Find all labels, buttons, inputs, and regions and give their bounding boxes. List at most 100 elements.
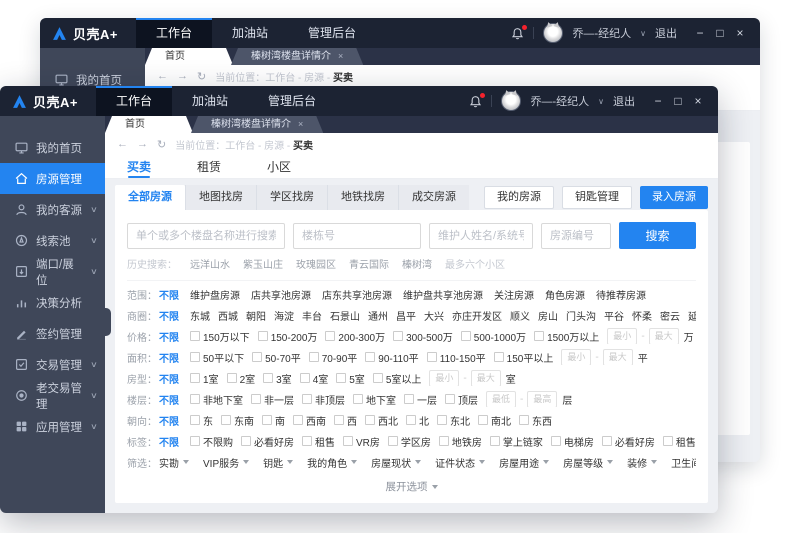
filter-option[interactable]: 平谷 bbox=[604, 308, 624, 323]
checkbox-icon[interactable] bbox=[293, 415, 303, 425]
filter-any-option[interactable]: 不限 bbox=[159, 392, 179, 407]
filter-dropdown[interactable]: 装修 bbox=[627, 455, 657, 470]
max-price-input[interactable]: 最大 bbox=[649, 328, 679, 344]
filter-checkbox-option[interactable]: 必看好房 bbox=[602, 434, 655, 449]
sidebar-item-listings[interactable]: 房源管理 bbox=[0, 163, 105, 194]
minimize-button[interactable]: − bbox=[690, 18, 710, 48]
filter-option[interactable]: 延庆 bbox=[688, 308, 696, 323]
checkbox-icon[interactable] bbox=[478, 415, 488, 425]
close-button[interactable]: × bbox=[688, 86, 708, 116]
checkbox-icon[interactable] bbox=[262, 415, 272, 425]
checkbox-icon[interactable] bbox=[309, 352, 319, 362]
filter-option[interactable]: 店东共享池房源 bbox=[322, 287, 392, 302]
sidebar-item-ports[interactable]: 端口/展位 ∨ bbox=[0, 256, 105, 287]
sidebar-item-analytics[interactable]: 决策分析 bbox=[0, 287, 105, 318]
history-item[interactable]: 青云国际 bbox=[349, 256, 389, 271]
nav-gas-station[interactable]: 加油站 bbox=[212, 18, 288, 48]
my-listings-button[interactable]: 我的房源 bbox=[484, 186, 554, 209]
filter-checkbox-option[interactable]: 110-150平 bbox=[427, 350, 486, 365]
filter-checkbox-option[interactable]: 2室 bbox=[227, 371, 256, 386]
filter-option[interactable]: 待推荐房源 bbox=[596, 287, 646, 302]
forward-icon[interactable]: → bbox=[137, 138, 148, 150]
checkbox-icon[interactable] bbox=[251, 394, 261, 404]
filter-checkbox-option[interactable]: 5室 bbox=[336, 371, 365, 386]
listing-no-input[interactable] bbox=[541, 223, 611, 249]
filter-checkbox-option[interactable]: 200-300万 bbox=[325, 329, 385, 344]
checkbox-icon[interactable] bbox=[336, 373, 346, 383]
nav-admin[interactable]: 管理后台 bbox=[248, 86, 336, 116]
filter-option[interactable]: 门头沟 bbox=[566, 308, 596, 323]
filter-option[interactable]: 维护盘房源 bbox=[190, 287, 240, 302]
checkbox-icon[interactable] bbox=[263, 373, 273, 383]
checkbox-icon[interactable] bbox=[302, 436, 312, 446]
checkbox-icon[interactable] bbox=[221, 415, 231, 425]
subtab[interactable]: 地图找房 bbox=[185, 185, 256, 210]
checkbox-icon[interactable] bbox=[388, 436, 398, 446]
filter-checkbox-option[interactable]: 一层 bbox=[404, 392, 437, 407]
filter-checkbox-option[interactable]: 西南 bbox=[293, 413, 326, 428]
logout-button[interactable]: 退出 bbox=[655, 25, 677, 41]
nav-workbench[interactable]: 工作台 bbox=[136, 18, 212, 48]
checkbox-icon[interactable] bbox=[437, 415, 447, 425]
filter-checkbox-option[interactable]: 东北 bbox=[437, 413, 470, 428]
min-price-input[interactable]: 最小 bbox=[607, 328, 637, 344]
filter-option[interactable]: 西城 bbox=[218, 308, 238, 323]
max-floor-input[interactable]: 最高 bbox=[527, 391, 557, 407]
filter-option[interactable]: 昌平 bbox=[396, 308, 416, 323]
checkbox-icon[interactable] bbox=[190, 436, 200, 446]
filter-checkbox-option[interactable]: 不限购 bbox=[190, 434, 233, 449]
filter-dropdown[interactable]: VIP服务 bbox=[203, 455, 249, 470]
min-rooms-input[interactable]: 最小 bbox=[429, 370, 459, 386]
checkbox-icon[interactable] bbox=[258, 331, 268, 341]
filter-checkbox-option[interactable]: 1室 bbox=[190, 371, 219, 386]
history-item[interactable]: 紫玉山庄 bbox=[243, 256, 283, 271]
checkbox-icon[interactable] bbox=[490, 436, 500, 446]
logout-button[interactable]: 退出 bbox=[613, 93, 635, 109]
sidebar-item-contracts[interactable]: 签约管理 bbox=[0, 318, 105, 349]
checkbox-icon[interactable] bbox=[252, 352, 262, 362]
filter-option[interactable]: 海淀 bbox=[274, 308, 294, 323]
add-listing-button[interactable]: 录入房源 bbox=[640, 186, 708, 209]
community-search-input[interactable] bbox=[127, 223, 285, 249]
checkbox-icon[interactable] bbox=[534, 331, 544, 341]
filter-checkbox-option[interactable]: 1500万以上 bbox=[534, 329, 599, 344]
filter-checkbox-option[interactable]: 500-1000万 bbox=[461, 329, 526, 344]
sidebar-collapse-handle[interactable] bbox=[105, 308, 111, 336]
checkbox-icon[interactable] bbox=[190, 415, 200, 425]
key-manage-button[interactable]: 钥匙管理 bbox=[562, 186, 632, 209]
user-avatar[interactable] bbox=[501, 91, 521, 111]
nav-admin[interactable]: 管理后台 bbox=[288, 18, 376, 48]
filter-option[interactable]: 东城 bbox=[190, 308, 210, 323]
checkbox-icon[interactable] bbox=[227, 373, 237, 383]
checkbox-icon[interactable] bbox=[365, 415, 375, 425]
filter-option[interactable]: 房山 bbox=[538, 308, 558, 323]
max-rooms-input[interactable]: 最大 bbox=[471, 370, 501, 386]
refresh-icon[interactable]: ↻ bbox=[157, 138, 166, 151]
filter-checkbox-option[interactable]: 4室 bbox=[300, 371, 329, 386]
checkbox-icon[interactable] bbox=[325, 331, 335, 341]
maintainer-input[interactable] bbox=[429, 223, 533, 249]
filter-checkbox-option[interactable]: 300-500万 bbox=[393, 329, 453, 344]
filter-checkbox-option[interactable]: 150平以上 bbox=[494, 350, 554, 365]
checkbox-icon[interactable] bbox=[190, 373, 200, 383]
filter-checkbox-option[interactable]: 5室以上 bbox=[373, 371, 422, 386]
checkbox-icon[interactable] bbox=[343, 436, 353, 446]
subtab[interactable]: 学区找房 bbox=[256, 185, 327, 210]
checkbox-icon[interactable] bbox=[190, 331, 200, 341]
filter-dropdown[interactable]: 证件状态 bbox=[435, 455, 485, 470]
checkbox-icon[interactable] bbox=[427, 352, 437, 362]
filter-dropdown[interactable]: 实勘 bbox=[159, 455, 189, 470]
checkbox-icon[interactable] bbox=[602, 436, 612, 446]
filter-option[interactable]: 维护盘共享池房源 bbox=[403, 287, 483, 302]
subtab[interactable]: 成交房源 bbox=[398, 185, 469, 210]
checkbox-icon[interactable] bbox=[439, 436, 449, 446]
forward-icon[interactable]: → bbox=[177, 70, 188, 82]
filter-checkbox-option[interactable]: 非一层 bbox=[251, 392, 294, 407]
checkbox-icon[interactable] bbox=[461, 331, 471, 341]
back-icon[interactable]: ← bbox=[117, 138, 128, 150]
filter-option[interactable]: 顺义 bbox=[510, 308, 530, 323]
notification-bell-icon[interactable] bbox=[469, 95, 482, 108]
filter-checkbox-option[interactable]: 顶层 bbox=[445, 392, 478, 407]
filter-checkbox-option[interactable]: 西 bbox=[334, 413, 357, 428]
filter-checkbox-option[interactable]: 150-200万 bbox=[258, 329, 318, 344]
